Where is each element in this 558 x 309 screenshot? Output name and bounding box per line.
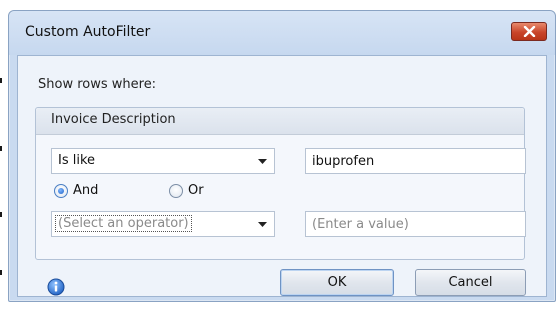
- and-radio-circle: [54, 184, 68, 198]
- and-radio[interactable]: And: [54, 183, 124, 201]
- info-icon[interactable]: [47, 278, 65, 296]
- operator2-placeholder: (Select an operator): [55, 215, 192, 232]
- value2-input[interactable]: [305, 211, 526, 237]
- value2-field[interactable]: [306, 212, 525, 236]
- cancel-button[interactable]: Cancel: [415, 269, 526, 296]
- ok-button[interactable]: OK: [280, 269, 394, 296]
- custom-autofilter-dialog: Custom AutoFilter Show rows where: Invoi…: [8, 10, 556, 302]
- title-bar[interactable]: Custom AutoFilter: [9, 11, 555, 55]
- dialog-body: Show rows where: Invoice Description Is …: [17, 55, 547, 297]
- value1-field[interactable]: [306, 149, 525, 173]
- operator2-dropdown[interactable]: (Select an operator): [51, 211, 275, 237]
- and-radio-label: And: [73, 183, 99, 198]
- or-radio-circle: [169, 184, 183, 198]
- screen: Custom AutoFilter Show rows where: Invoi…: [0, 0, 558, 309]
- close-icon: [523, 26, 536, 37]
- show-rows-label: Show rows where:: [38, 77, 157, 92]
- or-radio[interactable]: Or: [169, 183, 229, 201]
- operator1-dropdown[interactable]: Is like: [51, 148, 275, 174]
- column-name: Invoice Description: [51, 112, 176, 127]
- operator1-value: Is like: [58, 153, 96, 168]
- value1-input[interactable]: [305, 148, 526, 174]
- chevron-down-icon: [258, 159, 267, 164]
- close-button[interactable]: [511, 22, 547, 41]
- filter-group: Invoice Description Is like And Or: [35, 107, 526, 260]
- background-edge: [0, 0, 2, 309]
- chevron-down-icon: [258, 222, 267, 227]
- dialog-title: Custom AutoFilter: [25, 24, 151, 40]
- or-radio-label: Or: [188, 183, 204, 198]
- group-header: Invoice Description: [36, 108, 524, 135]
